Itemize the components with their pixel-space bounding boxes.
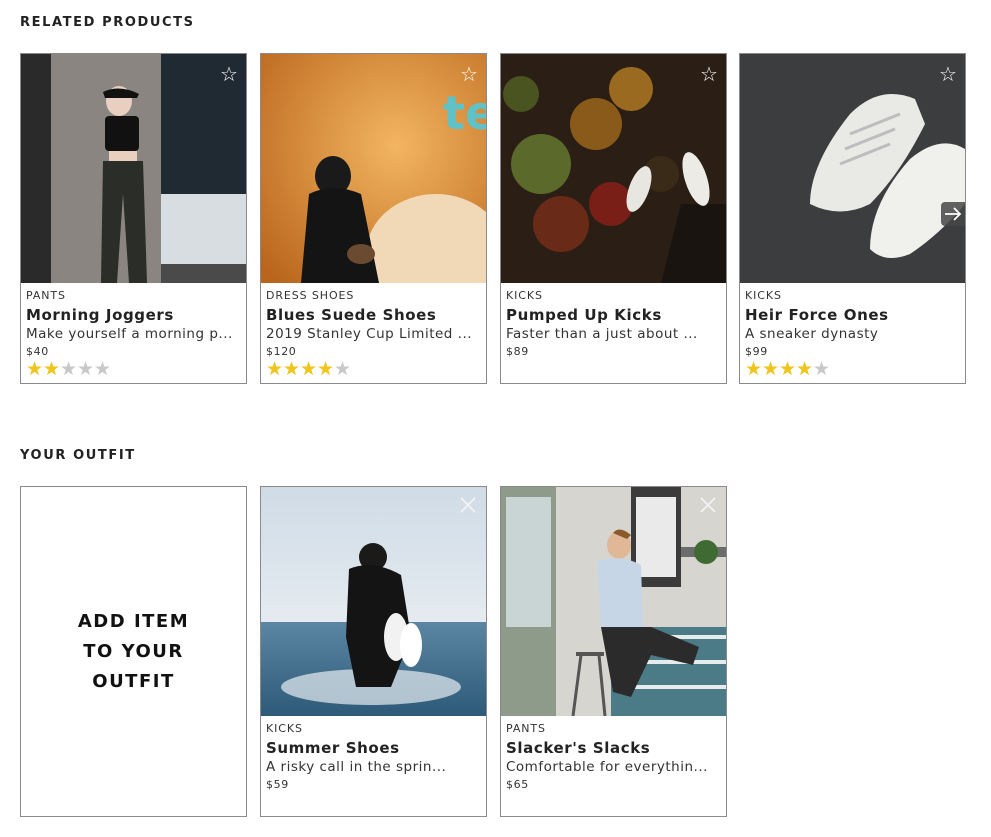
close-icon[interactable] bbox=[698, 495, 718, 515]
add-to-outfit-label: ADD ITEM TO YOUR OUTFIT bbox=[77, 610, 190, 692]
product-image[interactable]: te bbox=[261, 54, 486, 283]
product-image[interactable] bbox=[501, 487, 726, 716]
star-filled-icon: ★ bbox=[745, 358, 762, 380]
product-price: $99 bbox=[745, 345, 768, 358]
product-image[interactable] bbox=[21, 54, 246, 283]
product-price: $89 bbox=[506, 345, 529, 358]
outfit-card-summer-shoes[interactable]: KICKS Summer Shoes A risky call in the s… bbox=[260, 486, 487, 817]
product-price: $59 bbox=[266, 778, 289, 791]
product-description: Comfortable for everythin... bbox=[506, 759, 708, 775]
product-name[interactable]: Summer Shoes bbox=[266, 739, 482, 758]
star-empty-icon: ★ bbox=[334, 358, 351, 380]
star-rating: ★★★★★ bbox=[26, 358, 242, 380]
product-category: PANTS bbox=[506, 722, 546, 735]
star-empty-icon: ★ bbox=[813, 358, 830, 380]
star-filled-icon: ★ bbox=[779, 358, 796, 380]
product-name[interactable]: Pumped Up Kicks bbox=[506, 306, 722, 325]
product-description: A risky call in the sprin... bbox=[266, 759, 447, 775]
product-price: $65 bbox=[506, 778, 529, 791]
star-filled-icon: ★ bbox=[762, 358, 779, 380]
product-category: KICKS bbox=[745, 289, 782, 302]
star-empty-icon: ★ bbox=[94, 358, 111, 380]
product-description: Make yourself a morning p... bbox=[26, 326, 233, 342]
product-name[interactable]: Morning Joggers bbox=[26, 306, 242, 325]
close-icon[interactable] bbox=[458, 495, 478, 515]
star-filled-icon: ★ bbox=[317, 358, 334, 380]
product-category: PANTS bbox=[26, 289, 66, 302]
product-name[interactable]: Slacker's Slacks bbox=[506, 739, 722, 758]
product-card-morning-joggers[interactable]: ☆ PANTS Morning Joggers Make yourself a … bbox=[20, 53, 247, 384]
product-category: KICKS bbox=[506, 289, 543, 302]
svg-text:te: te bbox=[443, 86, 486, 140]
product-card-heir-force-ones[interactable]: ☆ KICKS Heir Force Ones A sneaker dynast… bbox=[739, 53, 966, 384]
product-info: KICKS Pumped Up Kicks Faster than a just… bbox=[506, 289, 722, 378]
product-info: KICKS Heir Force Ones A sneaker dynasty … bbox=[745, 289, 961, 380]
product-category: KICKS bbox=[266, 722, 303, 735]
product-image[interactable] bbox=[501, 54, 726, 283]
product-price: $120 bbox=[266, 345, 297, 358]
product-info: KICKS Summer Shoes A risky call in the s… bbox=[266, 722, 482, 792]
product-info: PANTS Slacker's Slacks Comfortable for e… bbox=[506, 722, 722, 792]
arrow-right-icon[interactable] bbox=[941, 202, 965, 226]
star-filled-icon: ★ bbox=[266, 358, 283, 380]
star-empty-icon: ★ bbox=[60, 358, 77, 380]
product-image[interactable] bbox=[740, 54, 965, 283]
star-filled-icon: ★ bbox=[796, 358, 813, 380]
star-rating bbox=[506, 360, 722, 378]
product-card-pumped-up-kicks[interactable]: ☆ KICKS Pumped Up Kicks Faster than a ju… bbox=[500, 53, 727, 384]
star-filled-icon: ★ bbox=[300, 358, 317, 380]
star-filled-icon: ★ bbox=[26, 358, 43, 380]
star-filled-icon: ★ bbox=[43, 358, 60, 380]
product-description: A sneaker dynasty bbox=[745, 326, 879, 342]
product-price: $40 bbox=[26, 345, 49, 358]
product-description: 2019 Stanley Cup Limited ... bbox=[266, 326, 473, 342]
product-card-blues-suede-shoes[interactable]: te ☆ DRESS SHOES Blues Suede Shoes 2019 … bbox=[260, 53, 487, 384]
star-filled-icon: ★ bbox=[283, 358, 300, 380]
product-category: DRESS SHOES bbox=[266, 289, 355, 302]
add-to-outfit-button[interactable]: ADD ITEM TO YOUR OUTFIT bbox=[20, 486, 247, 817]
product-description: Faster than a just about ... bbox=[506, 326, 698, 342]
product-info: DRESS SHOES Blues Suede Shoes 2019 Stanl… bbox=[266, 289, 482, 380]
star-outline-icon[interactable]: ☆ bbox=[699, 64, 719, 84]
your-outfit-heading: YOUR OUTFIT bbox=[20, 448, 136, 463]
related-products-heading: RELATED PRODUCTS bbox=[20, 15, 195, 30]
outfit-card-slackers-slacks[interactable]: PANTS Slacker's Slacks Comfortable for e… bbox=[500, 486, 727, 817]
product-name[interactable]: Blues Suede Shoes bbox=[266, 306, 482, 325]
star-outline-icon[interactable]: ☆ bbox=[459, 64, 479, 84]
star-outline-icon[interactable]: ☆ bbox=[938, 64, 958, 84]
product-info: PANTS Morning Joggers Make yourself a mo… bbox=[26, 289, 242, 380]
product-image[interactable] bbox=[261, 487, 486, 716]
star-outline-icon[interactable]: ☆ bbox=[219, 64, 239, 84]
star-empty-icon: ★ bbox=[77, 358, 94, 380]
star-rating: ★★★★★ bbox=[266, 358, 482, 380]
star-rating: ★★★★★ bbox=[745, 358, 961, 380]
product-name[interactable]: Heir Force Ones bbox=[745, 306, 961, 325]
